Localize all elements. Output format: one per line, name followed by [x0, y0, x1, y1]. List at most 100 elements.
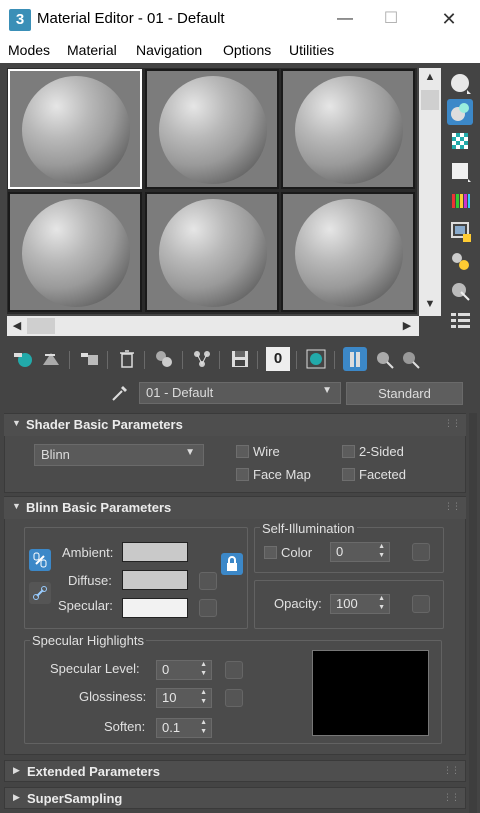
extended-parameters-header[interactable]: ▶ Extended Parameters ⋮⋮ [4, 760, 466, 782]
slots-vertical-scrollbar[interactable]: ▲ ▼ [419, 68, 441, 316]
specular-level-label: Specular Level: [50, 661, 140, 676]
soften-spinner[interactable]: 0.1 ▲ ▼ [156, 718, 212, 738]
self-illumination-map-button[interactable] [412, 543, 430, 561]
backlight-icon[interactable] [447, 99, 473, 125]
diffuse-map-button[interactable] [199, 572, 217, 590]
shader-type-dropdown[interactable]: Blinn ▼ [34, 444, 204, 466]
glossiness-spinner[interactable]: 10 ▲ ▼ [156, 688, 212, 708]
scroll-down-icon[interactable]: ▼ [420, 298, 440, 310]
go-forward-to-sibling-icon[interactable] [398, 347, 422, 371]
sample-sphere [295, 76, 403, 184]
grip-icon: ⋮⋮ [443, 792, 460, 802]
specular-level-map-button[interactable] [225, 661, 243, 679]
lock-icon[interactable] [221, 553, 243, 575]
supersampling-header[interactable]: ▶ SuperSampling ⋮⋮ [4, 787, 466, 809]
background-checker-icon[interactable] [447, 128, 473, 154]
face-map-checkbox[interactable] [236, 468, 249, 481]
toolbar-separator [334, 351, 335, 369]
sample-slot[interactable] [145, 192, 279, 312]
two-sided-label: 2-Sided [359, 444, 404, 459]
faceted-checkbox[interactable] [342, 468, 355, 481]
wire-checkbox[interactable] [236, 445, 249, 458]
ambient-label: Ambient: [62, 545, 114, 560]
select-by-material-icon[interactable] [447, 278, 473, 304]
blinn-rollout-header[interactable]: ▼ Blinn Basic Parameters ⋮⋮ [4, 497, 466, 519]
spinner-arrows-icon[interactable]: ▲ ▼ [378, 542, 385, 560]
ambient-color-swatch[interactable] [122, 542, 188, 562]
material-toolbar: 0 [0, 345, 480, 375]
eyedropper-icon[interactable] [110, 383, 130, 403]
specular-map-button[interactable] [199, 599, 217, 617]
sample-sphere [22, 199, 130, 307]
self-illumination-title: Self-Illumination [260, 521, 357, 536]
menu-modes[interactable]: Modes [8, 42, 50, 58]
glossiness-map-button[interactable] [225, 689, 243, 707]
rollout-scrollbar[interactable] [469, 413, 477, 813]
soften-value: 0.1 [162, 720, 181, 735]
slots-horizontal-scrollbar[interactable]: ◀ ▶ [7, 316, 419, 336]
material-map-navigator-icon[interactable] [447, 308, 473, 334]
minimize-button[interactable]: — [322, 4, 368, 34]
lock-diffuse-specular-icon[interactable] [29, 582, 51, 604]
grip-icon: ⋮⋮ [444, 418, 461, 428]
close-button[interactable]: ✕ [426, 4, 472, 34]
scroll-left-icon[interactable]: ◀ [7, 319, 27, 332]
sample-slot[interactable] [8, 69, 142, 189]
spinner-arrows-icon[interactable]: ▲ ▼ [200, 688, 207, 706]
material-name-field[interactable]: 01 - Default ▼ [139, 382, 341, 404]
self-illumination-value: 0 [336, 544, 344, 559]
sample-slot[interactable] [8, 192, 142, 312]
scroll-up-icon[interactable]: ▲ [420, 71, 440, 83]
sample-slot[interactable] [281, 69, 415, 189]
sample-uv-tiling-icon[interactable] [447, 158, 473, 184]
material-type-button[interactable]: Standard [346, 382, 463, 405]
menu-navigation[interactable]: Navigation [136, 42, 202, 58]
maximize-button[interactable]: ☐ [368, 4, 414, 34]
opacity-value: 100 [336, 596, 358, 611]
sample-type-icon[interactable] [447, 70, 473, 96]
material-id-button[interactable]: 0 [266, 347, 290, 371]
spinner-arrows-icon[interactable]: ▲ ▼ [200, 660, 207, 678]
shader-rollout-header[interactable]: ▼ Shader Basic Parameters ⋮⋮ [4, 414, 466, 436]
menu-utilities[interactable]: Utilities [289, 42, 334, 58]
put-to-library-icon[interactable] [190, 347, 214, 371]
diffuse-color-swatch[interactable] [122, 570, 188, 590]
app-icon: 3 [9, 9, 31, 31]
make-unique-icon[interactable] [152, 347, 176, 371]
scroll-right-icon[interactable]: ▶ [397, 319, 417, 332]
glossiness-value: 10 [162, 690, 177, 705]
rollout-title: Extended Parameters [27, 764, 160, 779]
menu-options[interactable]: Options [223, 42, 271, 58]
spinner-arrows-icon[interactable]: ▲ ▼ [200, 718, 207, 736]
trash-icon[interactable] [115, 347, 139, 371]
opacity-spinner[interactable]: 100 ▲ ▼ [330, 594, 390, 614]
get-material-icon[interactable] [11, 347, 35, 371]
two-sided-checkbox[interactable] [342, 445, 355, 458]
video-color-check-icon[interactable] [447, 188, 473, 214]
specular-color-swatch[interactable] [122, 598, 188, 618]
window-title: Material Editor - 01 - Default [37, 10, 225, 27]
lock-ambient-diffuse-icon[interactable] [29, 549, 51, 571]
self-illumination-spinner[interactable]: 0 ▲ ▼ [330, 542, 390, 562]
menu-material[interactable]: Material [67, 42, 117, 58]
specular-level-spinner[interactable]: 0 ▲ ▼ [156, 660, 212, 680]
scroll-thumb[interactable] [27, 318, 55, 334]
sample-slot[interactable] [145, 69, 279, 189]
toolbar-separator [257, 351, 258, 369]
show-shaded-in-viewport-icon[interactable] [304, 347, 328, 371]
opacity-map-button[interactable] [412, 595, 430, 613]
scroll-thumb[interactable] [421, 90, 439, 110]
show-end-result-icon[interactable] [343, 347, 367, 371]
material-id-channel-icon[interactable] [228, 347, 252, 371]
self-illumination-color-checkbox[interactable] [264, 546, 277, 559]
sample-slot[interactable] [281, 192, 415, 312]
assign-to-selection-icon[interactable] [78, 347, 102, 371]
go-to-parent-icon[interactable] [372, 347, 396, 371]
spinner-arrows-icon[interactable]: ▲ ▼ [378, 594, 385, 612]
toolbar-separator [219, 351, 220, 369]
options-icon[interactable] [447, 248, 473, 274]
make-preview-icon[interactable] [447, 218, 473, 244]
rollout-title: SuperSampling [27, 791, 123, 806]
put-to-scene-icon[interactable] [39, 347, 63, 371]
sample-sphere [295, 199, 403, 307]
